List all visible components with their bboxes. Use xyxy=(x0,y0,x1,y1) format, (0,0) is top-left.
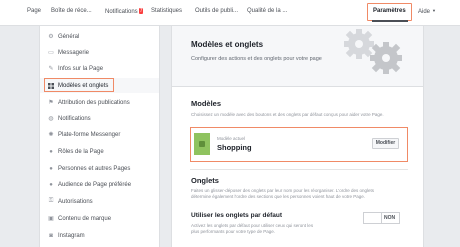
instagram-icon: ◙ xyxy=(49,232,53,239)
nav-notifications[interactable]: Notifications 7 xyxy=(105,8,144,15)
sidebar-item-post-attribution[interactable]: ⚑ Attribution des publications xyxy=(40,95,159,110)
sidebar-item-label: Général xyxy=(58,33,80,40)
messenger-icon: ✺ xyxy=(48,132,54,138)
sidebar-item-general[interactable]: ⚙ Général xyxy=(40,29,159,44)
page-title: Modèles et onglets xyxy=(191,40,264,49)
nav-publishing-tools[interactable]: Outils de publi... xyxy=(195,8,238,14)
modify-button[interactable]: Modifier xyxy=(372,138,399,149)
sidebar-item-label: Audience de Page préférée xyxy=(58,181,132,188)
shopping-bag-icon xyxy=(194,133,210,155)
gear-illustration-icon xyxy=(344,29,402,74)
caret-down-icon: ▼ xyxy=(432,8,436,13)
nav-page-quality[interactable]: Qualité de la ... xyxy=(247,8,287,14)
sidebar-item-messenger-platform[interactable]: ✺ Plate-forme Messenger xyxy=(40,127,159,142)
active-tab-underline xyxy=(372,20,408,22)
nav-page[interactable]: Page xyxy=(27,8,41,14)
sidebar-item-label: Personnes et autres Pages xyxy=(58,165,131,172)
globe-icon: ◍ xyxy=(48,116,54,122)
sidebar-item-label: Autorisations xyxy=(58,198,93,205)
toggle-value: NON xyxy=(384,215,396,221)
person-icon: ● xyxy=(49,148,53,155)
message-icon: ▭ xyxy=(48,50,54,56)
page-subtitle: Configurer des actions et des onglets po… xyxy=(191,56,322,62)
pencil-icon: ✎ xyxy=(48,66,54,72)
current-model-name: Shopping xyxy=(217,143,252,152)
sidebar-item-preferred-audience[interactable]: ● Audience de Page préférée xyxy=(40,177,159,192)
models-description: Choisissez un modèle avec des boutons et… xyxy=(191,112,384,117)
sidebar-item-page-info[interactable]: ✎ Infos sur la Page xyxy=(40,61,159,76)
tabs-heading: Onglets xyxy=(191,176,219,185)
sidebar-item-label: Instagram xyxy=(58,232,85,239)
default-tabs-toggle[interactable]: NON xyxy=(363,212,400,224)
sidebar-item-label: Notifications xyxy=(58,115,91,122)
flag-icon: ⚑ xyxy=(48,100,54,106)
sidebar-item-page-roles[interactable]: ● Rôles de la Page xyxy=(40,144,159,159)
sidebar-item-label: Attribution des publications xyxy=(58,99,130,106)
sidebar-item-label: Rôles de la Page xyxy=(58,148,104,155)
nav-notifications-label: Notifications xyxy=(105,9,138,15)
current-model-label: Modèle actuel xyxy=(217,136,246,141)
toggle-knob xyxy=(364,213,382,223)
sidebar-item-branded-content[interactable]: ▣ Contenu de marque xyxy=(40,211,159,226)
nav-settings[interactable]: Paramètres xyxy=(373,8,406,14)
sidebar-item-messaging[interactable]: ▭ Messagerie xyxy=(40,45,159,60)
settings-sidebar: ⚙ Général ▭ Messagerie ✎ Infos sur la Pa… xyxy=(39,26,160,247)
sidebar-item-people-pages[interactable]: ● Personnes et autres Pages xyxy=(40,161,159,176)
section-divider xyxy=(190,169,408,170)
handshake-icon: ▣ xyxy=(48,216,54,222)
default-tabs-description-line-2: plus performants pour votre type de Page… xyxy=(191,229,276,234)
sidebar-item-instagram[interactable]: ◙ Instagram xyxy=(40,228,159,243)
key-icon: ⚿ xyxy=(48,198,54,204)
sidebar-item-label: Infos sur la Page xyxy=(58,65,104,72)
nav-insights[interactable]: Statistiques xyxy=(151,8,182,14)
sidebar-item-permissions[interactable]: ⚿ Autorisations xyxy=(40,194,159,209)
people-icon: ● xyxy=(49,165,53,172)
current-model-card: Modèle actuel Shopping Modifier xyxy=(190,127,408,162)
nav-help-label: Aide xyxy=(418,9,431,15)
default-tabs-label: Utiliser les onglets par défaut xyxy=(191,212,283,219)
header-banner: Modèles et onglets Configurer des action… xyxy=(172,26,423,87)
sidebar-item-notifications[interactable]: ◍ Notifications xyxy=(40,111,159,126)
templates-highlight xyxy=(44,78,114,92)
sidebar-item-label: Contenu de marque xyxy=(58,215,112,222)
sidebar-item-label: Plate-forme Messenger xyxy=(58,131,121,138)
nav-inbox[interactable]: Boîte de réce... xyxy=(51,8,92,14)
gear-icon: ⚙ xyxy=(48,34,54,40)
main-panel: Modèles et onglets Configurer des action… xyxy=(171,26,424,247)
tabs-description-line-2: détermine également l'ordre des sections… xyxy=(191,194,365,199)
models-heading: Modèles xyxy=(191,99,222,108)
top-nav: Page Boîte de réce... Notifications 7 Sta… xyxy=(0,0,460,26)
audience-icon: ● xyxy=(49,181,53,188)
nav-help[interactable]: Aide ▼ xyxy=(418,8,436,15)
notification-badge: 7 xyxy=(138,8,144,14)
sidebar-item-label: Messagerie xyxy=(58,49,90,56)
